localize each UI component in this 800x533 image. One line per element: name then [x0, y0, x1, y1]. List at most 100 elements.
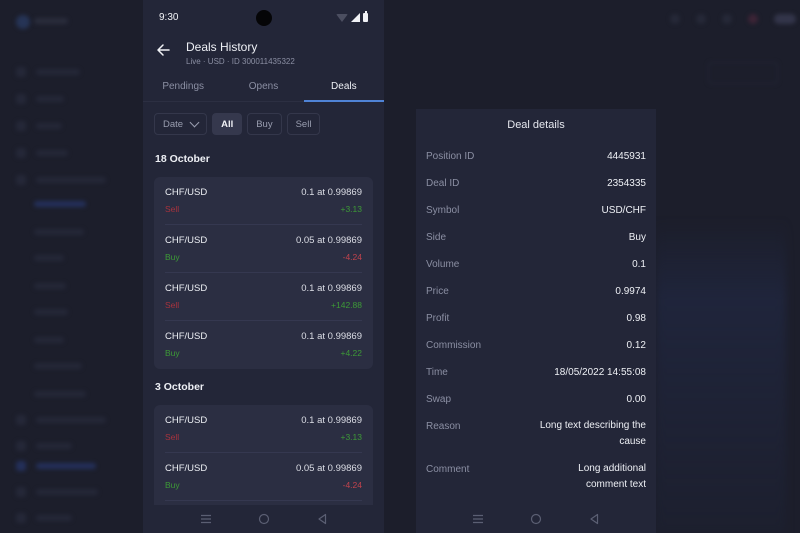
deal-row[interactable]: CHF/USD Buy 0.05 at 0.99869 -4.24 — [165, 225, 362, 273]
blurred-nav-subitem — [34, 228, 84, 236]
chevron-down-icon — [189, 117, 200, 127]
detail-label: Reason — [426, 421, 461, 432]
date-filter-label: Date — [163, 118, 184, 130]
detail-label: Commission — [426, 340, 482, 351]
detail-label: Swap — [426, 394, 452, 405]
blurred-nav-item — [16, 415, 106, 425]
blurred-nav-subitem — [34, 254, 64, 262]
recents-button[interactable] — [199, 512, 213, 526]
arrow-left-icon — [157, 44, 170, 56]
detail-label: Comment — [426, 464, 470, 475]
blurred-nav-subitem — [34, 336, 64, 344]
deal-row[interactable]: CHF/USD Buy 0.05 at 0.99869 -4.24 — [165, 453, 362, 501]
status-icons — [336, 11, 368, 22]
triangle-back-icon — [317, 513, 326, 525]
filter-sell-button[interactable]: Sell — [286, 113, 321, 135]
deal-side: Buy — [165, 252, 180, 262]
group-date-header: 18 October — [155, 153, 210, 165]
detail-row-price: Price 0.9974 — [426, 282, 646, 309]
battery-icon — [363, 11, 368, 22]
deal-volume-price: 0.1 at 0.99869 — [301, 331, 362, 342]
detail-value: 18/05/2022 14:55:08 — [554, 367, 646, 378]
system-back-button[interactable] — [587, 512, 601, 526]
system-back-button[interactable] — [315, 512, 329, 526]
deal-side: Sell — [165, 300, 180, 310]
blurred-nav-subitem — [34, 308, 68, 316]
blurred-nav-item — [16, 148, 68, 158]
deal-symbol: CHF/USD — [165, 415, 208, 426]
deal-profit: -4.24 — [342, 480, 362, 490]
blurred-nav-item — [16, 94, 64, 104]
status-bar: 9:30 — [143, 0, 384, 36]
detail-value: 0.9974 — [615, 286, 646, 297]
circle-icon — [530, 513, 542, 525]
tab-deals[interactable]: Deals — [303, 72, 384, 102]
recents-button[interactable] — [471, 512, 485, 526]
deal-profit: +3.13 — [340, 204, 362, 214]
detail-value: 0.1 — [632, 259, 646, 270]
deal-profit: -4.24 — [342, 252, 362, 262]
deal-row[interactable]: CHF/USD Sell 0.1 at 0.99869 +3.13 — [165, 177, 362, 225]
detail-row-side: Side Buy — [426, 228, 646, 255]
deal-side: Sell — [165, 432, 180, 442]
page-title: Deals History — [186, 40, 258, 54]
back-button[interactable] — [155, 42, 171, 58]
details-list: Position ID 4445931 Deal ID 2354335 Symbol… — [416, 147, 656, 503]
detail-value: 0.12 — [626, 340, 646, 351]
desktop-backdrop — [0, 0, 800, 533]
blurred-nav-item — [16, 513, 72, 523]
filter-all-button[interactable]: All — [212, 113, 243, 135]
detail-row-time: Time 18/05/2022 14:55:08 — [426, 363, 646, 390]
detail-row-commission: Commission 0.12 — [426, 336, 646, 363]
deals-card: CHF/USD Sell 0.1 at 0.99869 +3.13 CHF/US… — [154, 405, 373, 521]
detail-value: Long text describing the cause — [539, 420, 646, 447]
triangle-back-icon — [590, 513, 599, 525]
blurred-nav-item — [16, 461, 96, 471]
detail-label: Symbol — [426, 205, 460, 216]
blurred-logo-icon — [16, 15, 30, 29]
filter-buy-button[interactable]: Buy — [247, 113, 282, 135]
deal-side: Buy — [165, 480, 180, 490]
blurred-nav-subitem — [34, 200, 86, 208]
group-date-header: 3 October — [155, 381, 205, 393]
deal-volume-price: 0.1 at 0.99869 — [301, 415, 362, 426]
deal-volume-price: 0.1 at 0.99869 — [301, 283, 362, 294]
date-filter-dropdown[interactable]: Date — [154, 113, 208, 135]
tab-pendings[interactable]: Pendings — [143, 72, 223, 101]
home-button[interactable] — [529, 512, 543, 526]
deal-row[interactable]: CHF/USD Sell 0.1 at 0.99869 +3.13 — [165, 405, 362, 453]
blurred-sidebar — [0, 0, 145, 533]
deal-symbol: CHF/USD — [165, 235, 208, 246]
detail-value: 0.00 — [626, 394, 646, 405]
tab-bar: Pendings Opens Deals — [143, 72, 384, 102]
blurred-nav-item — [16, 175, 106, 185]
deal-profit: +4.22 — [340, 348, 362, 358]
system-nav-bar — [416, 505, 656, 533]
wifi-icon — [336, 14, 348, 22]
circle-icon — [258, 513, 269, 525]
status-time: 9:30 — [159, 12, 179, 23]
detail-label: Profit — [426, 313, 450, 324]
deal-profit: +142.88 — [331, 300, 362, 310]
detail-label: Time — [426, 367, 448, 378]
detail-label: Position ID — [426, 151, 475, 162]
deal-side: Sell — [165, 204, 180, 214]
detail-label: Price — [426, 286, 449, 297]
filter-bar: Date All Buy Sell — [143, 102, 384, 147]
detail-value: USD/CHF — [601, 205, 646, 216]
menu-lines-icon — [473, 514, 483, 524]
deal-symbol: CHF/USD — [165, 283, 208, 294]
detail-row-reason: Reason Long text describing the cause — [426, 417, 646, 460]
deal-row[interactable]: CHF/USD Sell 0.1 at 0.99869 +142.88 — [165, 273, 362, 321]
blurred-nav-subitem — [34, 390, 86, 398]
deal-side: Buy — [165, 348, 180, 358]
tab-opens[interactable]: Opens — [223, 72, 303, 101]
blurred-toolbar — [670, 14, 796, 24]
detail-row-volume: Volume 0.1 — [426, 255, 646, 282]
app-bar: Deals History Live · USD · ID 3000114353… — [143, 36, 384, 72]
deal-row[interactable]: CHF/USD Buy 0.1 at 0.99869 +4.22 — [165, 321, 362, 369]
deals-history-screen: 9:30 Deals History Live · USD · ID 30001… — [143, 0, 384, 533]
home-button[interactable] — [257, 512, 271, 526]
menu-lines-icon — [200, 514, 211, 524]
deal-details-sheet: Deal details Position ID 4445931 Deal ID 2… — [416, 109, 656, 533]
